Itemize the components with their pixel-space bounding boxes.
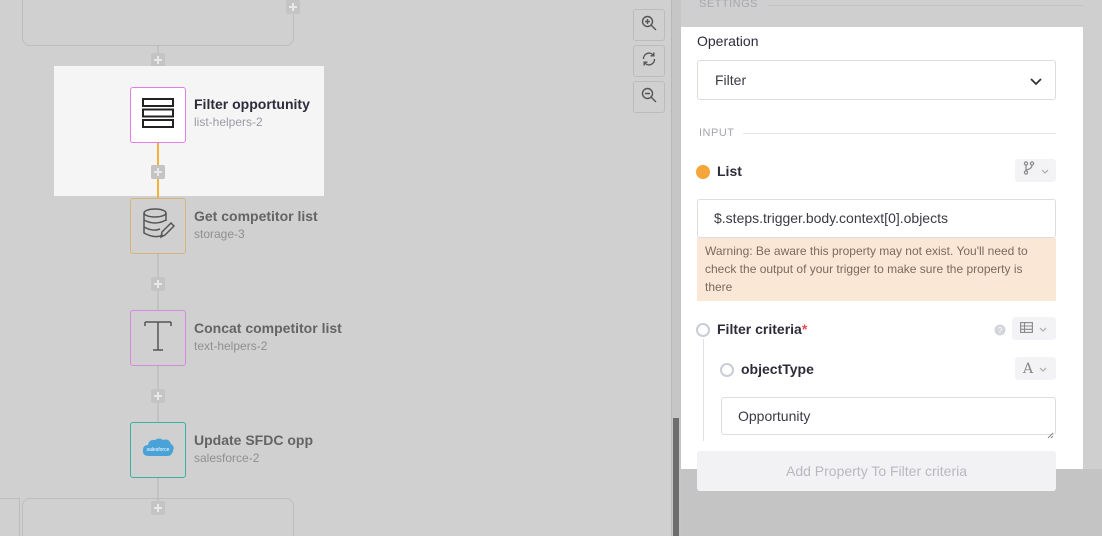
operation-label: Operation <box>697 33 759 49</box>
add-step-button[interactable] <box>286 0 300 14</box>
step-node-get-competitor-list[interactable] <box>130 198 186 254</box>
operation-select[interactable]: Filter <box>697 60 1056 100</box>
step-config-panel: Operation Filter INPUT List $.steps.trig… <box>681 27 1083 469</box>
branch-icon <box>1023 161 1035 180</box>
step-subtitle: salesforce-2 <box>194 451 260 465</box>
add-step-button[interactable] <box>151 165 165 179</box>
list-mode-toggle[interactable] <box>1015 159 1056 182</box>
add-step-button[interactable] <box>151 389 165 403</box>
step-title: Update SFDC opp <box>194 432 313 448</box>
input-section-label: INPUT <box>699 127 735 139</box>
operation-select-value: Filter <box>715 72 747 88</box>
object-type-status-dot <box>720 363 734 377</box>
selected-step-highlight <box>54 66 324 196</box>
object-type-value-input[interactable]: Opportunity <box>721 397 1056 435</box>
resize-handle[interactable] <box>673 418 679 536</box>
zoom-in-icon <box>641 15 657 36</box>
step-subtitle: text-helpers-2 <box>194 339 268 353</box>
step-title: Get competitor list <box>194 208 318 224</box>
salesforce-logo-text: salesforce <box>147 447 170 453</box>
chevron-down-icon <box>1039 320 1047 338</box>
filter-criteria-label: Filter criteria* <box>717 321 807 337</box>
step-title: Filter opportunity <box>194 96 310 112</box>
table-icon <box>1020 320 1033 338</box>
workflow-canvas[interactable]: Filter opportunity list-helpers-2 Get co… <box>0 0 673 536</box>
chevron-down-icon <box>1039 360 1047 378</box>
type-string-icon: A <box>1023 360 1034 377</box>
filter-criteria-mode-toggle[interactable] <box>1012 317 1056 340</box>
step-node-filter-opportunity[interactable] <box>130 87 186 143</box>
section-divider <box>743 133 1056 134</box>
list-label: List <box>717 163 742 179</box>
add-step-button[interactable] <box>151 501 165 515</box>
add-property-button[interactable]: Add Property To Filter criteria <box>697 451 1056 491</box>
step-title: Concat competitor list <box>194 320 342 336</box>
tree-connector <box>703 339 704 441</box>
settings-section-label: SETTINGS <box>699 0 759 10</box>
chevron-down-icon <box>1041 162 1049 180</box>
resize-grip-icon <box>1047 426 1054 444</box>
add-step-button[interactable] <box>151 53 165 67</box>
help-icon[interactable]: ? <box>994 323 1006 341</box>
object-type-mode-toggle[interactable]: A <box>1015 357 1056 380</box>
zoom-out-icon <box>641 87 657 108</box>
required-marker: * <box>801 321 808 337</box>
step-subtitle: storage-3 <box>194 227 245 241</box>
group-frame-bottom <box>0 498 20 536</box>
text-t-icon <box>143 319 173 358</box>
list-status-dot <box>696 165 710 179</box>
object-type-label: objectType <box>741 361 814 377</box>
step-node-update-sfdc-opp[interactable]: salesforce <box>130 422 186 478</box>
chevron-down-icon <box>1029 74 1043 93</box>
list-stack-icon <box>141 97 175 134</box>
step-subtitle: list-helpers-2 <box>194 115 263 129</box>
database-edit-icon <box>141 207 176 245</box>
group-frame-top <box>22 0 294 46</box>
step-node-concat-competitor-list[interactable] <box>130 310 186 366</box>
filter-criteria-text: Filter criteria <box>717 321 802 337</box>
zoom-in-button[interactable] <box>633 9 665 41</box>
svg-text:?: ? <box>998 326 1003 335</box>
list-path-input[interactable]: $.steps.trigger.body.context[0].objects <box>697 199 1056 238</box>
reset-icon <box>641 51 657 72</box>
reset-zoom-button[interactable] <box>633 45 665 77</box>
salesforce-cloud-icon: salesforce <box>141 436 175 465</box>
missing-property-warning: Warning: Be aware this property may not … <box>697 238 1056 301</box>
section-divider <box>767 5 1083 6</box>
filter-criteria-status-dot <box>696 323 710 337</box>
zoom-out-button[interactable] <box>633 81 665 113</box>
add-step-button[interactable] <box>151 277 165 291</box>
